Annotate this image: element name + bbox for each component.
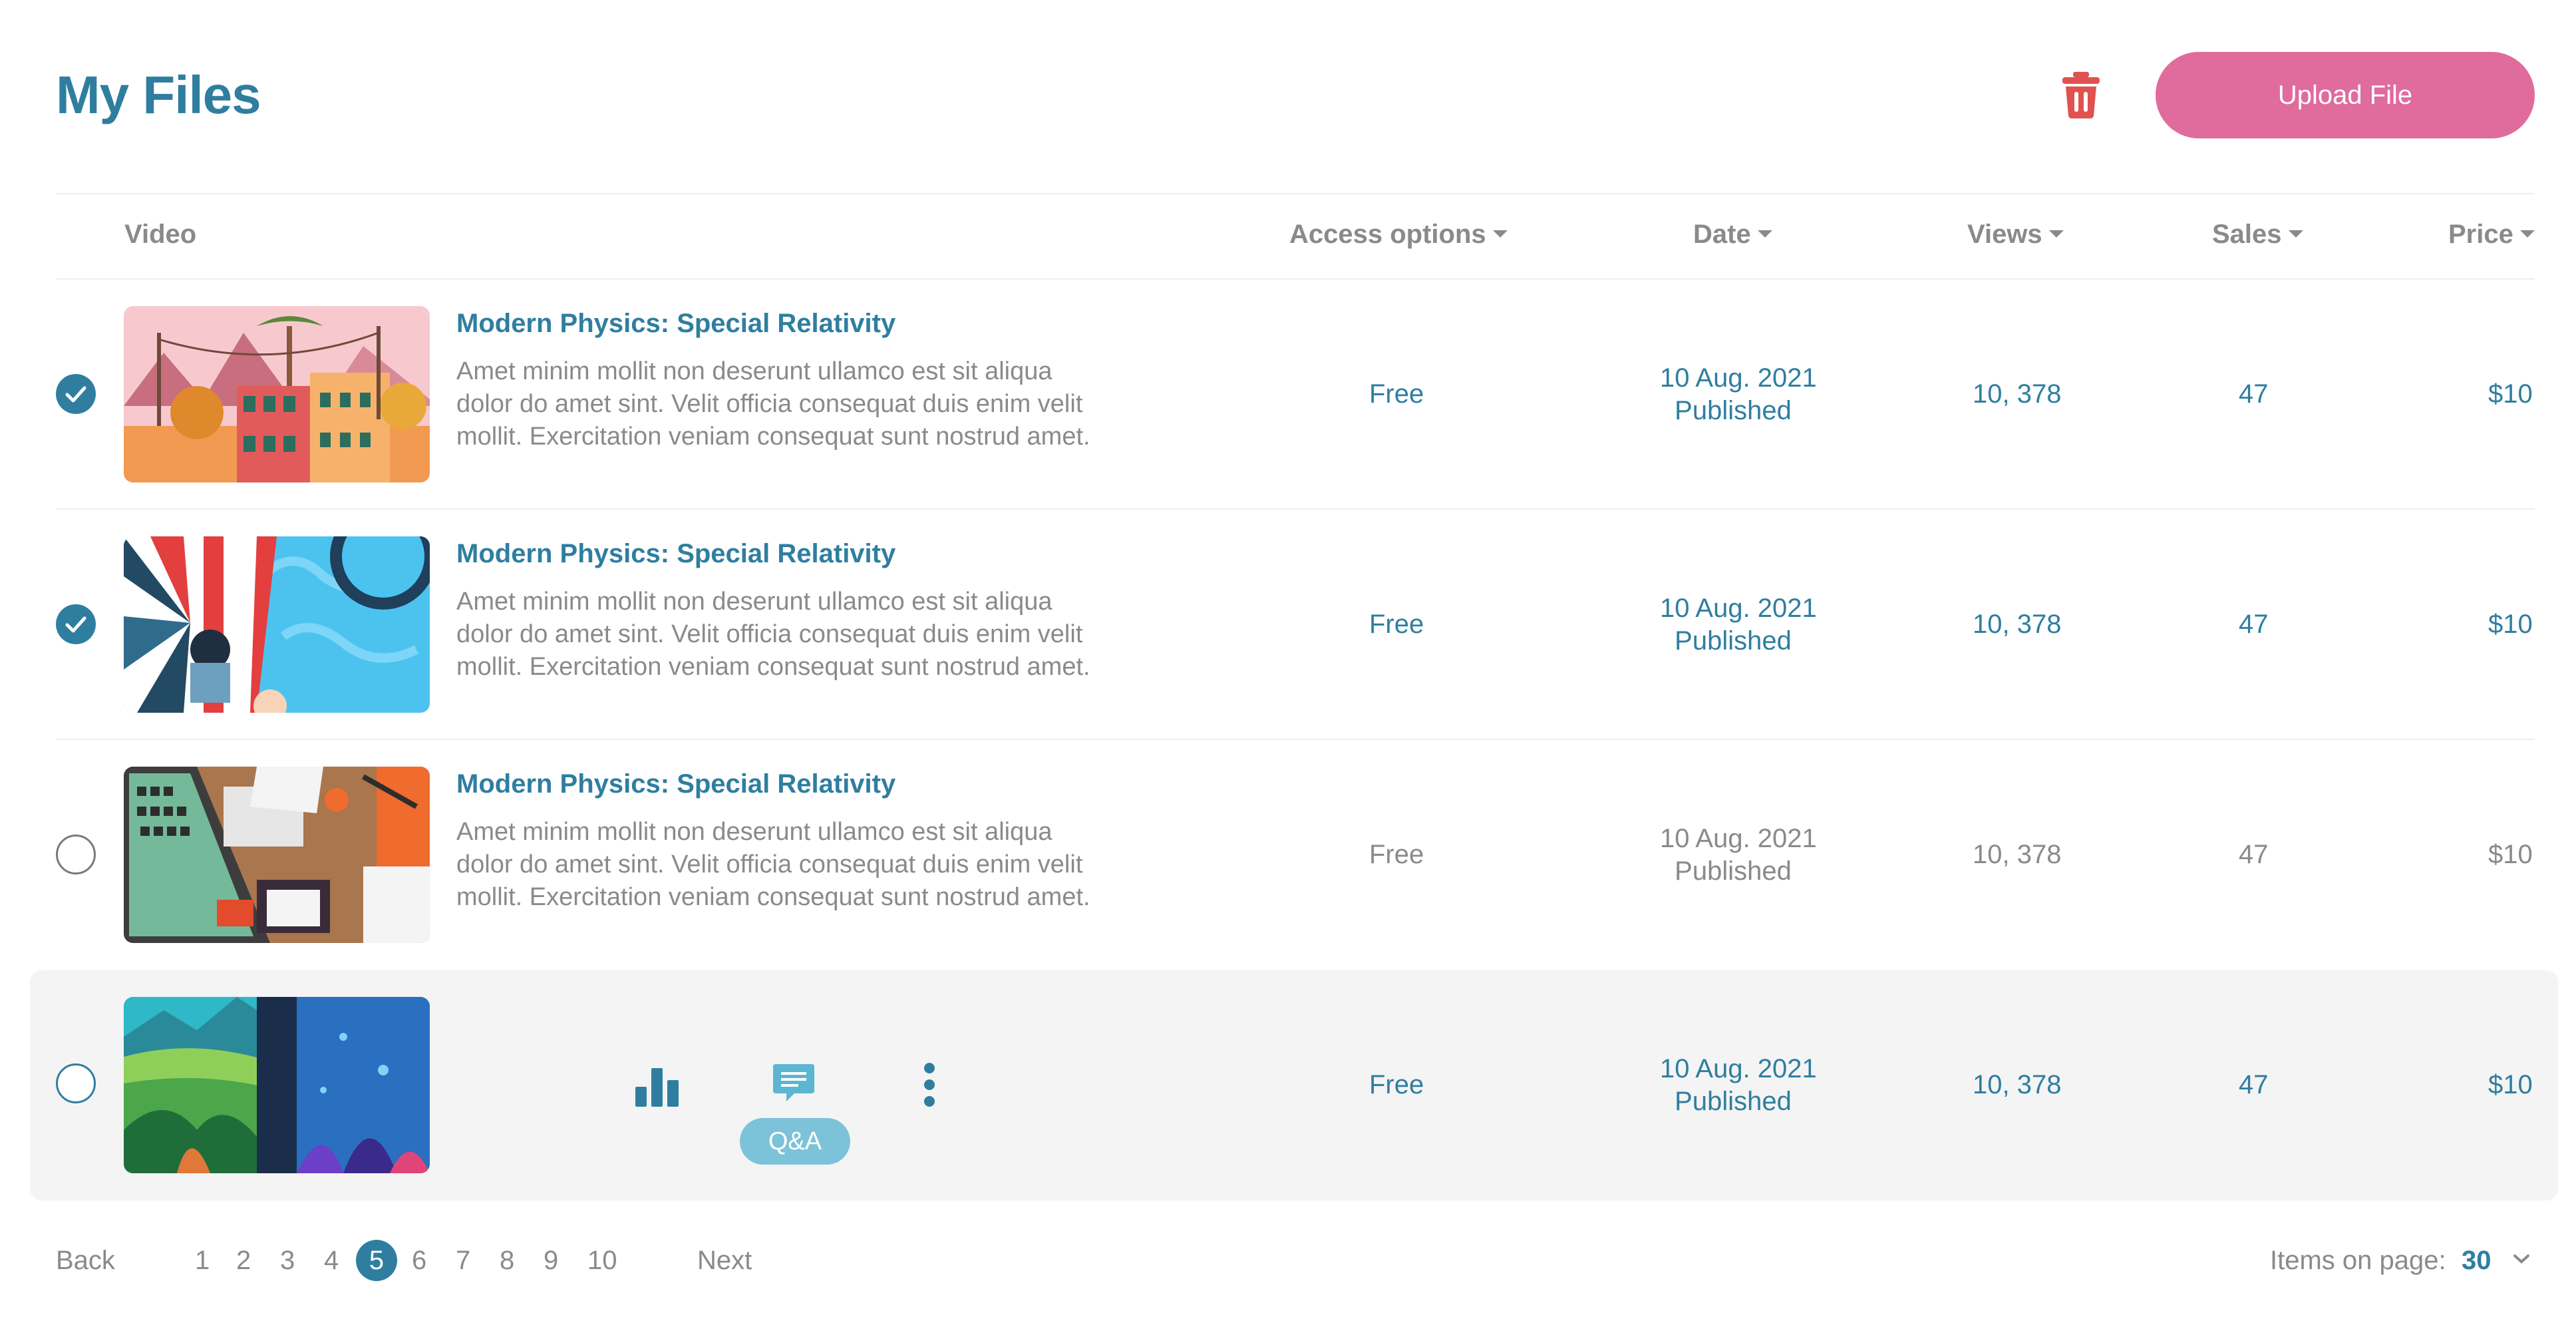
date-value: 10 Aug. 2021 (1660, 363, 1817, 393)
date-cell: 10 Aug. 2021 Published (1660, 823, 1817, 888)
page-4[interactable]: 4 (324, 1244, 339, 1276)
status-value: Published (1675, 396, 1792, 425)
price-cell: $10 (2488, 379, 2533, 409)
qa-badge[interactable]: Q&A (740, 1118, 850, 1165)
divider (56, 193, 2535, 194)
access-cell: Free (1369, 1070, 1424, 1099)
video-description: Amet minim mollit non deserunt ullamco e… (456, 818, 1090, 911)
sort-caret-icon (2288, 230, 2303, 238)
views-cell: 10, 378 (1973, 1070, 2062, 1099)
row-checkbox[interactable] (56, 835, 96, 874)
column-label: Views (1967, 220, 2042, 249)
items-per-page-label: Items on page: (2270, 1246, 2446, 1275)
chevron-down-icon[interactable] (2512, 1252, 2531, 1269)
price-cell: $10 (2488, 1070, 2533, 1099)
column-label: Access options (1289, 220, 1486, 249)
page-10[interactable]: 10 (587, 1244, 617, 1276)
column-header-video: Video (124, 220, 197, 249)
date-cell: 10 Aug. 2021 Published (1660, 592, 1817, 658)
sort-caret-icon (2519, 230, 2535, 238)
column-header-sales[interactable]: Sales (2212, 218, 2303, 250)
sort-caret-icon (1492, 230, 1508, 238)
divider (56, 739, 2535, 740)
page-title: My Files (56, 65, 261, 124)
column-header-date[interactable]: Date (1693, 218, 1772, 250)
video-title[interactable]: Modern Physics: Special Relativity (456, 307, 895, 339)
video-description: Amet minim mollit non deserunt ullamco e… (456, 357, 1090, 451)
price-cell: $10 (2488, 840, 2533, 869)
sales-cell: 47 (2239, 840, 2269, 869)
views-cell: 10, 378 (1973, 379, 2062, 409)
video-thumbnail[interactable] (124, 306, 430, 482)
upload-file-button[interactable]: Upload File (2156, 52, 2535, 138)
next-link[interactable]: Next (697, 1244, 752, 1276)
column-label: Date (1693, 220, 1751, 249)
sort-caret-icon (2048, 230, 2064, 238)
column-header-price[interactable]: Price (2448, 218, 2535, 250)
row-checkbox[interactable] (56, 374, 96, 414)
sales-cell: 47 (2239, 610, 2269, 639)
chat-icon[interactable] (772, 1063, 816, 1110)
date-value: 10 Aug. 2021 (1660, 594, 1817, 623)
date-cell: 10 Aug. 2021 Published (1660, 1053, 1817, 1118)
sales-cell: 47 (2239, 379, 2269, 409)
row-checkbox[interactable] (56, 604, 96, 644)
back-link[interactable]: Back (56, 1244, 115, 1276)
column-label: Price (2448, 220, 2513, 249)
sales-cell: 47 (2239, 1070, 2269, 1099)
access-cell: Free (1369, 379, 1424, 409)
page-8[interactable]: 8 (500, 1244, 514, 1276)
page-9[interactable]: 9 (544, 1244, 558, 1276)
views-cell: 10, 378 (1973, 840, 2062, 869)
delete-icon[interactable] (2061, 72, 2101, 118)
views-cell: 10, 378 (1973, 610, 2062, 639)
video-description: Amet minim mollit non deserunt ullamco e… (456, 588, 1090, 681)
access-cell: Free (1369, 840, 1424, 869)
video-thumbnail[interactable] (124, 767, 430, 943)
column-header-access[interactable]: Access options (1289, 218, 1508, 250)
status-value: Published (1675, 1087, 1792, 1116)
page-7[interactable]: 7 (456, 1244, 470, 1276)
access-cell: Free (1369, 610, 1424, 639)
page-5-current[interactable]: 5 (356, 1240, 397, 1281)
price-cell: $10 (2488, 610, 2533, 639)
status-value: Published (1675, 856, 1792, 886)
column-label: Sales (2212, 220, 2282, 249)
video-title[interactable]: Modern Physics: Special Relativity (456, 768, 895, 800)
divider (56, 508, 2535, 510)
status-value: Published (1675, 626, 1792, 656)
page-3[interactable]: 3 (280, 1244, 295, 1276)
items-per-page-value[interactable]: 30 (2462, 1244, 2492, 1276)
more-options-icon[interactable] (921, 1062, 937, 1111)
video-thumbnail[interactable] (124, 997, 430, 1173)
date-cell: 10 Aug. 2021 Published (1660, 362, 1817, 427)
column-header-views[interactable]: Views (1967, 218, 2064, 250)
date-value: 10 Aug. 2021 (1660, 824, 1817, 853)
video-thumbnail[interactable] (124, 536, 430, 713)
row-checkbox[interactable] (56, 1063, 96, 1103)
video-title[interactable]: Modern Physics: Special Relativity (456, 538, 895, 570)
page-1[interactable]: 1 (195, 1244, 210, 1276)
page-6[interactable]: 6 (412, 1244, 426, 1276)
date-value: 10 Aug. 2021 (1660, 1054, 1817, 1083)
divider (56, 278, 2535, 280)
analytics-icon[interactable] (635, 1063, 679, 1110)
page-2[interactable]: 2 (236, 1244, 251, 1276)
sort-caret-icon (1757, 230, 1772, 238)
